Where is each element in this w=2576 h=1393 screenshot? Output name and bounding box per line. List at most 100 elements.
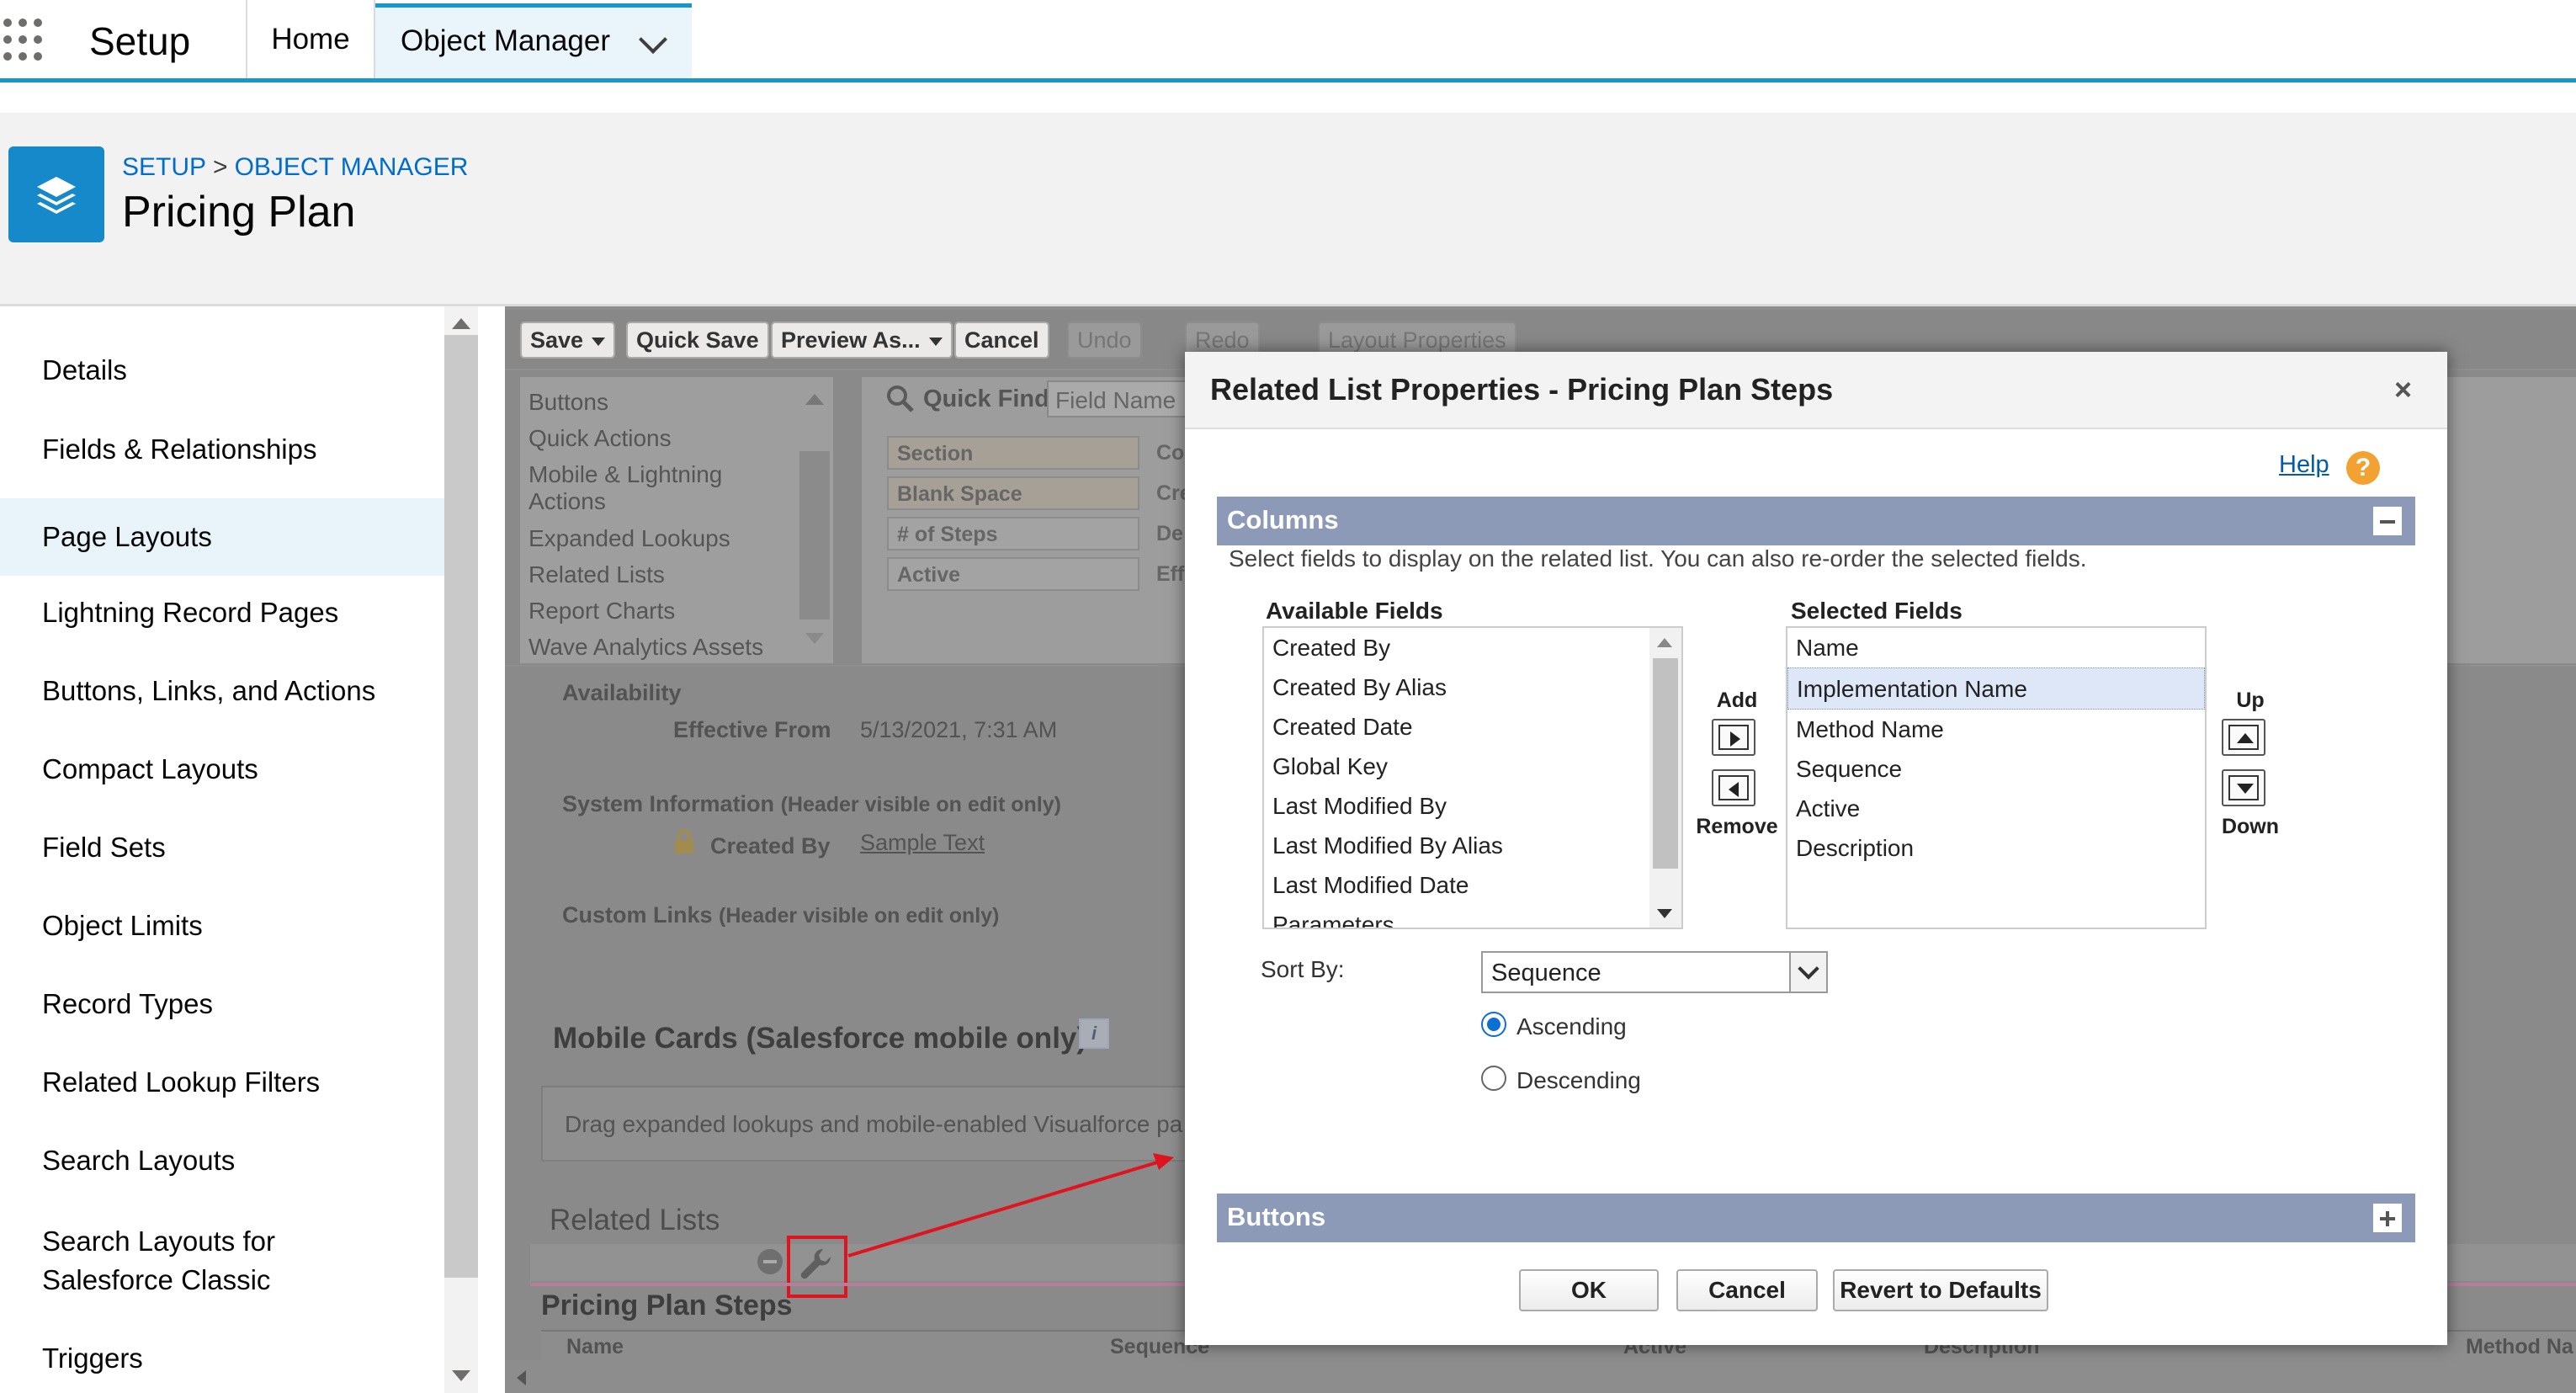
list-item[interactable]: Description	[1787, 828, 2205, 868]
quick-save-button[interactable]: Quick Save	[626, 322, 769, 359]
sort-by-select[interactable]: Sequence	[1481, 951, 1828, 993]
created-by-label: Created By	[710, 833, 831, 859]
buttons-section-header[interactable]: Buttons	[1217, 1194, 2415, 1242]
scroll-down-icon[interactable]	[1657, 909, 1672, 918]
list-item[interactable]: Active	[1787, 789, 2205, 828]
scroll-up-icon[interactable]	[452, 318, 470, 329]
section-system-information[interactable]: System Information (Header visible on ed…	[562, 791, 1061, 817]
move-up-button[interactable]	[2222, 719, 2265, 756]
scrollbar-thumb[interactable]	[799, 451, 830, 619]
palette-item-truncated[interactable]: De	[1156, 522, 1183, 546]
selected-fields-list[interactable]: Name Implementation Name Method Name Seq…	[1786, 626, 2207, 929]
available-fields-list[interactable]: Created By Created By Alias Created Date…	[1262, 626, 1683, 929]
cancel-dialog-button[interactable]: Cancel	[1676, 1269, 1818, 1311]
breadcrumb-object-manager[interactable]: OBJECT MANAGER	[235, 153, 469, 181]
scroll-up-icon[interactable]	[1657, 638, 1672, 647]
sidebar-item-compact-layouts[interactable]: Compact Layouts	[0, 752, 444, 786]
undo-button[interactable]: Undo	[1067, 322, 1142, 359]
palette-category-related-lists[interactable]: Related Lists	[528, 561, 665, 588]
close-icon[interactable]: ×	[2394, 372, 2412, 407]
palette-category-mobile-lightning[interactable]: Mobile & Lightning	[528, 461, 722, 488]
sidebar-item-related-lookup-filters[interactable]: Related Lookup Filters	[0, 1066, 444, 1099]
preview-as-button[interactable]: Preview As...	[771, 322, 953, 359]
remove-button[interactable]	[1712, 769, 1755, 806]
palette-category-report-charts[interactable]: Report Charts	[528, 598, 675, 625]
scroll-down-icon[interactable]	[805, 633, 824, 644]
tab-object-manager[interactable]: Object Manager	[375, 3, 692, 78]
list-item[interactable]: Method Name	[1787, 710, 2205, 749]
palette-category-buttons[interactable]: Buttons	[528, 389, 608, 416]
caret-down-icon[interactable]	[928, 337, 943, 346]
sidebar-item-triggers[interactable]: Triggers	[0, 1342, 444, 1375]
move-down-button[interactable]	[2222, 769, 2265, 806]
palette-item-number-of-steps[interactable]: # of Steps	[887, 517, 1139, 550]
chevron-down-icon[interactable]	[1789, 953, 1826, 992]
palette-item-section[interactable]: Section	[887, 436, 1139, 470]
palette-item-truncated[interactable]: Co	[1156, 441, 1184, 465]
section-title: Columns	[1227, 505, 1339, 534]
list-item[interactable]: Last Modified By Alias	[1264, 826, 1681, 865]
help-icon[interactable]: ?	[2346, 451, 2380, 485]
list-item-selected[interactable]: Implementation Name	[1787, 667, 2205, 710]
sidebar-item-field-sets[interactable]: Field Sets	[0, 831, 444, 864]
sidebar-item-search-layouts-classic[interactable]: Search Layouts for Salesforce Classic	[0, 1222, 444, 1300]
columns-section-header[interactable]: Columns	[1217, 497, 2415, 545]
chevron-down-icon[interactable]	[639, 25, 667, 54]
sidebar-item-search-layouts[interactable]: Search Layouts	[0, 1144, 444, 1178]
sidebar-item-fields-relationships[interactable]: Fields & Relationships	[0, 433, 444, 466]
palette-item-blank-space[interactable]: Blank Space	[887, 476, 1139, 510]
palette-scrollbar[interactable]	[799, 380, 830, 662]
app-launcher-icon[interactable]	[3, 19, 42, 62]
list-item[interactable]: Last Modified Date	[1264, 865, 1681, 905]
scrollbar-thumb[interactable]	[1653, 658, 1678, 869]
list-item[interactable]: Created By	[1264, 628, 1681, 667]
sidebar-item-record-types[interactable]: Record Types	[0, 987, 444, 1021]
sidebar-item-page-layouts[interactable]: Page Layouts	[0, 498, 444, 576]
tab-home[interactable]: Home	[247, 0, 374, 78]
scrollbar-thumb[interactable]	[444, 335, 478, 1278]
save-button[interactable]: Save	[520, 322, 616, 359]
info-icon[interactable]: i	[1079, 1018, 1109, 1049]
expand-icon[interactable]	[2373, 1204, 2402, 1232]
scroll-left-icon[interactable]	[517, 1370, 526, 1385]
scroll-down-icon[interactable]	[452, 1370, 470, 1381]
sidebar-item-object-limits[interactable]: Object Limits	[0, 909, 444, 943]
caret-down-icon[interactable]	[592, 337, 606, 346]
palette-category-wave-analytics[interactable]: Wave Analytics Assets	[528, 634, 763, 661]
section-availability[interactable]: Availability	[562, 680, 682, 706]
sidebar-scrollbar[interactable]	[444, 306, 478, 1393]
palette-item-truncated[interactable]: Eff	[1156, 562, 1184, 587]
list-item[interactable]: Sequence	[1787, 749, 2205, 789]
add-button[interactable]	[1712, 719, 1755, 756]
help-link[interactable]: Help	[2279, 451, 2329, 479]
sidebar-item-lightning-record-pages[interactable]: Lightning Record Pages	[0, 596, 444, 630]
list-item[interactable]: Name	[1787, 628, 2205, 667]
list-item[interactable]: Global Key	[1264, 747, 1681, 786]
ascending-label: Ascending	[1516, 1013, 1627, 1039]
collapse-icon[interactable]	[2373, 507, 2402, 535]
list-item[interactable]: Last Modified By	[1264, 786, 1681, 826]
list-item[interactable]: Parameters	[1264, 905, 1681, 928]
sidebar-item-details[interactable]: Details	[0, 354, 444, 387]
available-fields-scrollbar[interactable]	[1649, 628, 1681, 928]
palette-category-expanded-lookups[interactable]: Expanded Lookups	[528, 525, 730, 552]
breadcrumb-setup[interactable]: SETUP	[122, 153, 206, 181]
remove-icon[interactable]	[757, 1249, 783, 1274]
descending-radio[interactable]	[1481, 1066, 1506, 1091]
list-item[interactable]: Created Date	[1264, 707, 1681, 747]
breadcrumb: SETUP > OBJECT MANAGER	[122, 153, 468, 182]
ascending-radio[interactable]	[1481, 1012, 1506, 1037]
palette-category-quick-actions[interactable]: Quick Actions	[528, 425, 672, 452]
cancel-button[interactable]: Cancel	[954, 322, 1049, 359]
sidebar-item-buttons-links-actions[interactable]: Buttons, Links, and Actions	[0, 674, 444, 708]
palette-item-active[interactable]: Active	[887, 557, 1139, 591]
scroll-up-icon[interactable]	[805, 394, 824, 405]
revert-to-defaults-button[interactable]: Revert to Defaults	[1833, 1269, 2048, 1311]
sort-by-label: Sort By:	[1261, 956, 1345, 982]
ok-button[interactable]: OK	[1519, 1269, 1659, 1311]
list-item[interactable]: Created By Alias	[1264, 667, 1681, 707]
section-custom-links[interactable]: Custom Links (Header visible on edit onl…	[562, 902, 999, 928]
created-by-value[interactable]: Sample Text	[860, 830, 985, 856]
palette-category-mobile-lightning-2[interactable]: Actions	[528, 488, 606, 515]
horizontal-scrollbar[interactable]	[505, 1360, 2576, 1393]
